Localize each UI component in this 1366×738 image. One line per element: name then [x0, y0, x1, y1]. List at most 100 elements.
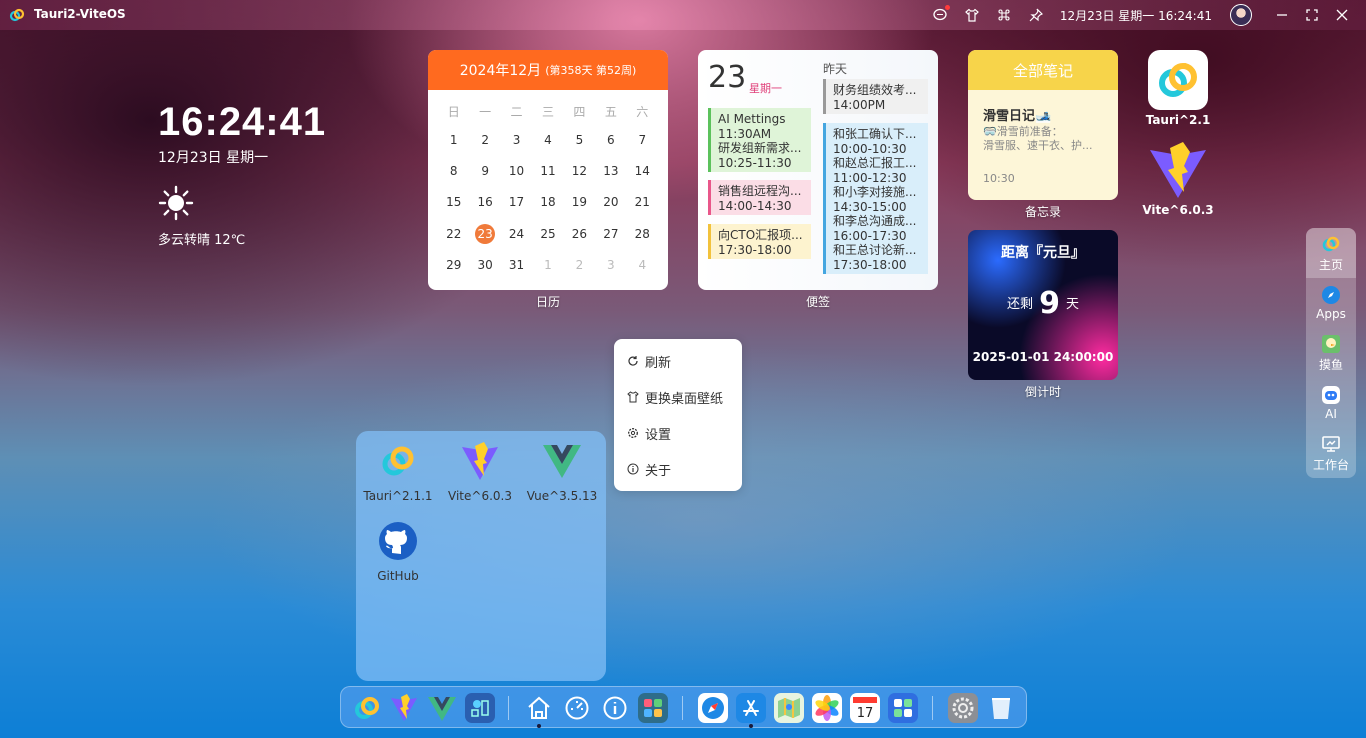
calendar-day[interactable]: 15 — [438, 187, 469, 218]
calendar-day[interactable]: 8 — [438, 155, 469, 186]
calendar-today[interactable]: 23 — [469, 218, 500, 249]
memo-event-line: 14:00-14:30 — [718, 198, 792, 213]
folder-app-github[interactable]: GitHub — [358, 521, 438, 583]
calendar-day[interactable]: 16 — [469, 187, 500, 218]
calendar-day[interactable]: 21 — [627, 187, 658, 218]
menu-item-refresh[interactable]: 刷新 — [614, 343, 742, 379]
calendar-day[interactable]: 18 — [532, 187, 563, 218]
calendar-day[interactable]: 14 — [627, 155, 658, 186]
calendar-day[interactable]: 26 — [564, 218, 595, 249]
calendar-day[interactable]: 1 — [438, 124, 469, 155]
calendar-day[interactable]: 5 — [564, 124, 595, 155]
menu-item-wallpaper[interactable]: 更换桌面壁纸 — [614, 379, 742, 415]
calendar-day[interactable]: 17 — [501, 187, 532, 218]
app-folder: Tauri^2.1.1 Vite^6.0.3 Vue^3.5.13 GitHub — [356, 431, 606, 681]
notes-widget[interactable]: 全部笔记 滑雪日记🎿 🥽滑雪前准备： 滑雪服、速干衣、护... 10:30 — [968, 50, 1118, 200]
side-dock: 主页 Apps 摸鱼 AI 工作台 — [1306, 228, 1356, 478]
calendar-day[interactable]: 1 — [532, 249, 563, 280]
avatar[interactable] — [1230, 4, 1252, 26]
side-dock-workbench[interactable]: 工作台 — [1306, 428, 1356, 478]
close-icon[interactable] — [1336, 9, 1348, 21]
bottom-dock: 17 — [340, 686, 1027, 728]
memo-event[interactable]: 销售组远程沟... 14:00-14:30 — [708, 180, 811, 215]
dock-maps-app[interactable] — [774, 693, 804, 723]
calendar-day[interactable]: 2 — [469, 124, 500, 155]
calendar-widget[interactable]: 2024年12月 (第358天 第52周) 日一二三四五六 1 2 3 4 5 6 7 8 9 10 1… — [428, 50, 668, 290]
memo-event[interactable]: 向CTO汇报项... 17:30-18:00 — [708, 224, 811, 259]
calendar-day[interactable]: 25 — [532, 218, 563, 249]
gear-icon — [628, 428, 638, 438]
folder-app-vue[interactable]: Vue^3.5.13 — [522, 441, 602, 503]
calendar-day[interactable]: 9 — [469, 155, 500, 186]
calendar-day[interactable]: 24 — [501, 218, 532, 249]
calendar-day[interactable]: 31 — [501, 249, 532, 280]
dock-trash[interactable] — [986, 693, 1016, 723]
command-icon[interactable] — [996, 7, 1012, 23]
calendar-day[interactable]: 4 — [532, 124, 563, 155]
pin-icon[interactable] — [1028, 7, 1044, 23]
clock-date: 12月23日 星期一 — [158, 150, 269, 166]
calendar-day[interactable]: 3 — [595, 249, 626, 280]
side-dock-home[interactable]: 主页 — [1306, 228, 1356, 278]
dock-calendar[interactable]: 17 — [850, 693, 880, 723]
calendar-day[interactable]: 13 — [595, 155, 626, 186]
minimize-icon[interactable] — [1276, 9, 1288, 21]
countdown-date: 2025-01-01 24:00:00 — [972, 350, 1114, 364]
dock-photos[interactable] — [812, 693, 842, 723]
memo-widget[interactable]: 23 星期一 昨天 AI Mettings 11:30AM 研发组新需求... 10:… — [698, 50, 938, 290]
menu-item-settings[interactable]: 设置 — [614, 415, 742, 451]
dock-home[interactable] — [524, 693, 554, 723]
chat-icon[interactable] — [932, 5, 950, 23]
maximize-icon[interactable] — [1306, 9, 1318, 21]
memo-event-line: 11:00-12:30 — [833, 170, 907, 185]
dock-vite[interactable] — [389, 693, 419, 723]
folder-app-vite[interactable]: Vite^6.0.3 — [440, 441, 520, 503]
vite-desktop-icon[interactable] — [1148, 140, 1208, 200]
shirt-icon[interactable] — [964, 7, 980, 23]
dock-appstore[interactable] — [736, 693, 766, 723]
calendar-day[interactable]: 29 — [438, 249, 469, 280]
memo-event[interactable]: 和张工确认下... 10:00-10:30 和赵总汇报工... 11:00-12:30… — [823, 123, 928, 274]
memo-event[interactable]: 财务组绩效考... 14:00PM — [823, 79, 928, 114]
home-icon — [528, 696, 550, 719]
calendar-day[interactable]: 6 — [595, 124, 626, 155]
dock-widgets[interactable] — [638, 693, 668, 723]
memo-event[interactable]: AI Mettings 11:30AM 研发组新需求... 10:25-11:30 — [708, 108, 811, 172]
calendar-day[interactable]: 28 — [627, 218, 658, 249]
calendar-day[interactable]: 12 — [564, 155, 595, 186]
side-dock-ai[interactable]: AI — [1306, 378, 1356, 428]
calendar-weekday: 六 — [636, 104, 649, 119]
topbar-datetime[interactable]: 12月23日 星期一 16:24:41 — [1060, 7, 1212, 24]
calendar-day[interactable]: 3 — [501, 124, 532, 155]
dock-info[interactable] — [600, 693, 630, 723]
tauri-desktop-icon[interactable] — [1148, 50, 1208, 110]
calendar-day[interactable]: 2 — [564, 249, 595, 280]
dock-utilities[interactable] — [888, 693, 918, 723]
calendar-day[interactable]: 10 — [501, 155, 532, 186]
calendar-day[interactable]: 27 — [595, 218, 626, 249]
dock-safari[interactable] — [698, 693, 728, 723]
calendar-day[interactable]: 20 — [595, 187, 626, 218]
menu-item-about[interactable]: 关于 — [614, 451, 742, 487]
memo-event-line: 和小李对接施... — [833, 185, 917, 199]
calendar-day[interactable]: 19 — [564, 187, 595, 218]
dock-tauri[interactable] — [352, 693, 382, 723]
calendar-day[interactable]: 7 — [627, 124, 658, 155]
dock-settings[interactable] — [948, 693, 978, 723]
memo-event-line: 17:30-18:00 — [833, 257, 907, 272]
calendar-day[interactable]: 22 — [438, 218, 469, 249]
calendar-day[interactable]: 4 — [627, 249, 658, 280]
side-dock-moyu[interactable]: 摸鱼 — [1306, 328, 1356, 378]
side-dock-apps[interactable]: Apps — [1306, 278, 1356, 328]
vite-desktop-label: Vite^6.0.3 — [1142, 203, 1214, 217]
calendar-day[interactable]: 11 — [532, 155, 563, 186]
dock-maps[interactable] — [465, 693, 495, 723]
countdown-widget[interactable]: 距离『元旦』 还剩 9 天 2025-01-01 24:00:00 — [968, 230, 1118, 380]
dock-speedometer[interactable] — [562, 693, 592, 723]
folder-app-tauri[interactable]: Tauri^2.1.1 — [358, 441, 438, 503]
memo-event-line: 和张工确认下... — [833, 127, 917, 141]
memo-yesterday: 昨天 — [823, 62, 848, 76]
calendar-day[interactable]: 30 — [469, 249, 500, 280]
dock-vue[interactable] — [427, 693, 457, 723]
note-time: 10:30 — [983, 172, 1015, 185]
